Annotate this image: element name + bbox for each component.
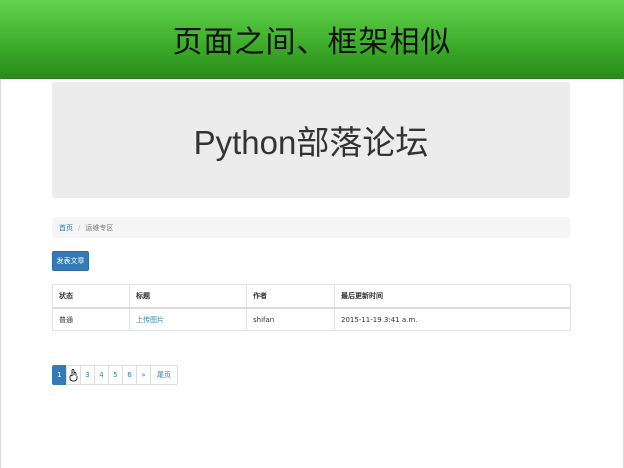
breadcrumb-home-link[interactable]: 首页 (59, 223, 73, 233)
cell-title: 上传图片 (129, 307, 247, 331)
last-page-button[interactable]: 尾页 (150, 365, 178, 385)
topic-link[interactable]: 上传图片 (136, 316, 164, 324)
header-title: 标题 (129, 284, 247, 309)
site-title: Python部落论坛 (193, 124, 429, 161)
breadcrumb-current: 运维专区 (85, 223, 114, 232)
pagination: 1 2 3 4 5 6 » 尾页 (52, 365, 178, 385)
page-4[interactable]: 4 (94, 365, 109, 385)
header-status: 状态 (52, 284, 130, 309)
slide-border-left (0, 79, 1, 468)
header-author: 作者 (246, 284, 335, 309)
table-header-row: 状态 标题 作者 最后更新时间 (52, 284, 571, 309)
breadcrumb: 首页 / 运维专区 (52, 217, 570, 238)
header-updated: 最后更新时间 (334, 284, 571, 309)
cell-author: shifan (246, 307, 335, 331)
hand-cursor-icon (69, 369, 78, 382)
table-row: 普通 上传图片 shifan 2015-11-19 3:41 a.m. (52, 307, 571, 331)
page-6[interactable]: 6 (122, 365, 137, 385)
cell-updated: 2015-11-19 3:41 a.m. (334, 307, 571, 331)
post-article-button[interactable]: 发表文章 (52, 251, 89, 271)
slide-title: 页面之间、框架相似 (172, 25, 452, 60)
page-3[interactable]: 3 (80, 365, 95, 385)
slide-header: 页面之间、框架相似 (0, 0, 624, 79)
page-2[interactable]: 2 (66, 365, 81, 385)
next-page-button[interactable]: » (136, 365, 151, 385)
site-banner: Python部落论坛 (52, 82, 570, 198)
topics-table: 状态 标题 作者 最后更新时间 普通 上传图片 shifan 2015-11-1… (52, 284, 571, 331)
page-5[interactable]: 5 (108, 365, 123, 385)
breadcrumb-separator: / (78, 223, 81, 232)
page-1[interactable]: 1 (52, 365, 67, 385)
cell-status: 普通 (52, 307, 130, 331)
